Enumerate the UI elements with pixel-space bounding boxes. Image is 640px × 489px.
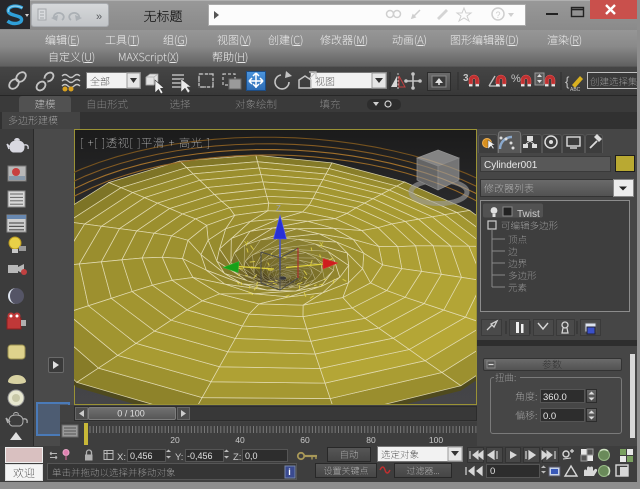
svg-text:3: 3 (463, 73, 469, 84)
svg-text:X:: X: (117, 452, 126, 463)
svg-text:0,0: 0,0 (245, 451, 258, 461)
svg-text:Y: Y (244, 241, 249, 248)
svg-text:20: 20 (170, 435, 180, 445)
svg-text:0: 0 (490, 466, 495, 477)
svg-text:Z: Z (276, 204, 281, 213)
svg-text:40: 40 (235, 435, 245, 445)
svg-text:Twist: Twist (517, 209, 540, 220)
svg-text:0.0: 0.0 (543, 411, 556, 422)
svg-text:360.0: 360.0 (543, 392, 567, 403)
svg-text:X: X (319, 242, 324, 249)
svg-text:Z:: Z: (233, 452, 241, 463)
svg-text:?: ? (495, 10, 500, 20)
svg-text:ABC: ABC (570, 87, 581, 93)
svg-text:Cylinder001: Cylinder001 (484, 160, 538, 171)
svg-text:»: » (96, 11, 102, 23)
svg-text:60: 60 (300, 435, 310, 445)
svg-text:80: 80 (366, 435, 376, 445)
svg-text:i: i (288, 467, 291, 477)
svg-text:%: % (511, 73, 521, 85)
svg-text:Y:: Y: (175, 452, 183, 463)
svg-text:-0,456: -0,456 (187, 451, 213, 461)
svg-text:100: 100 (429, 435, 443, 445)
svg-text:0 / 100: 0 / 100 (117, 409, 145, 419)
svg-text:0,456: 0,456 (130, 451, 153, 461)
